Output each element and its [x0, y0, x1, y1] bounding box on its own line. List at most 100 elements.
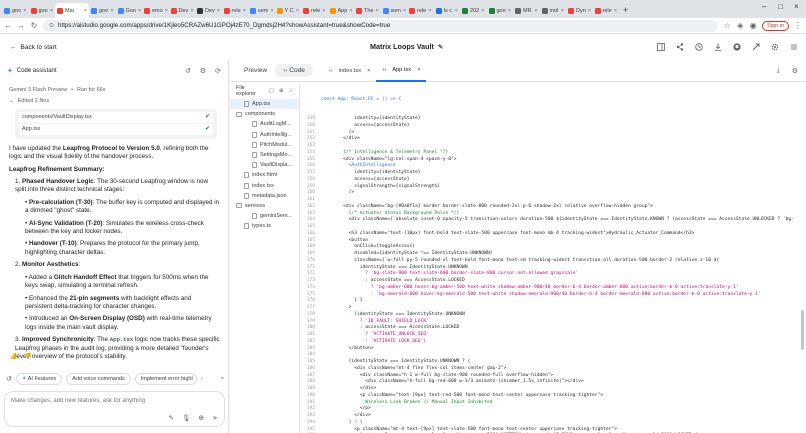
minimize-icon[interactable]: –	[762, 2, 766, 11]
tab-close-icon[interactable]: ×	[481, 8, 484, 14]
settings-gear-icon[interactable]	[771, 43, 779, 51]
browser-tab[interactable]: App ×	[328, 3, 355, 18]
edit-draw-icon[interactable]: ✎	[169, 414, 174, 422]
browser-tab[interactable]: Dev ×	[169, 3, 196, 18]
browser-tab[interactable]: Dev ×	[195, 3, 222, 18]
tab-close-icon[interactable]: ×	[217, 8, 220, 14]
code-editor[interactable]: const App: React.FC = () => { 149 identi…	[301, 83, 806, 433]
profile-icon[interactable]: ◉	[749, 21, 757, 30]
chip-implement-error-highlighting[interactable]: Implement error highl	[134, 373, 197, 385]
tree-folder[interactable]: components	[230, 109, 299, 119]
collapse-explorer-icon[interactable]: ⤫	[289, 88, 293, 95]
forward-nav-icon[interactable]: →	[17, 21, 25, 30]
download-icon[interactable]	[714, 43, 722, 51]
browser-tab[interactable]: Y C ×	[275, 3, 302, 18]
close-chips-icon[interactable]: ×	[221, 376, 224, 382]
back-nav-icon[interactable]: ←	[4, 21, 12, 30]
extension-icon[interactable]: ◈	[736, 21, 744, 30]
browser-tab[interactable]: mol ×	[540, 3, 567, 18]
window-layout-icon[interactable]	[657, 43, 665, 51]
edit-pencil-icon[interactable]: ✎	[438, 43, 443, 51]
refresh-icon[interactable]: ⟳	[215, 67, 221, 75]
bookmark-star-icon[interactable]: ☆	[723, 21, 731, 30]
new-tab-icon[interactable]: +	[619, 3, 632, 18]
browser-tab[interactable]: goo ×	[487, 3, 514, 18]
tree-file[interactable]: geminiServ...	[230, 211, 299, 221]
file-tab-app[interactable]: ‹› App.tsx ×	[376, 60, 427, 82]
close-window-icon[interactable]: ×	[794, 2, 799, 11]
new-folder-icon[interactable]: ⊕	[279, 88, 284, 94]
tab-close-icon[interactable]: ×	[296, 8, 299, 14]
edited-file-item[interactable]: App.tsx ✔	[19, 123, 213, 135]
add-attachment-icon[interactable]: ⊕	[198, 414, 204, 422]
microphone-icon[interactable]: 🎙	[182, 414, 190, 422]
tree-file[interactable]: index.tsx	[230, 181, 299, 191]
chip-add-voice-commands[interactable]: Add voice commands	[66, 373, 131, 385]
browser-tab[interactable]: sem ×	[248, 3, 275, 18]
file-tab-index[interactable]: ‹› index.tsx ×	[323, 60, 377, 82]
tab-close-icon[interactable]: ×	[50, 8, 53, 14]
sign-in-button[interactable]: Sign in	[762, 20, 789, 31]
github-icon[interactable]	[733, 43, 741, 51]
assistant-settings-icon[interactable]: ⚙	[200, 67, 206, 75]
reset-icon[interactable]: ↺	[6, 375, 12, 383]
thumbs-down-icon[interactable]: 👎	[24, 353, 31, 360]
tab-close-icon[interactable]: ×	[455, 8, 458, 14]
site-info-icon[interactable]: ⊙	[49, 22, 54, 29]
tab-close-icon[interactable]: ×	[614, 8, 617, 14]
close-tab-icon[interactable]: ×	[367, 68, 370, 74]
tab-code[interactable]: ‹› Code	[275, 64, 313, 77]
tab-close-icon[interactable]: ×	[270, 8, 273, 14]
browser-tab[interactable]: goo ×	[2, 3, 29, 18]
tab-close-icon[interactable]: ×	[403, 8, 406, 14]
browser-tab[interactable]: The ×	[354, 3, 381, 18]
tree-folder[interactable]: services	[230, 201, 299, 211]
tab-close-icon[interactable]: ×	[322, 8, 325, 14]
tab-close-icon[interactable]: ×	[165, 8, 168, 14]
edited-file-item[interactable]: components/VaultDisplay.tsx ✔	[19, 111, 213, 123]
browser-tab[interactable]: MR ×	[513, 3, 540, 18]
download-code-icon[interactable]: ⤓	[777, 67, 780, 75]
maximize-icon[interactable]: □	[778, 2, 783, 11]
browser-tab[interactable]: Is c ×	[434, 3, 461, 18]
tab-close-icon[interactable]: ×	[428, 8, 431, 14]
tab-close-icon[interactable]: ×	[561, 8, 564, 14]
browser-tab[interactable]: rele ×	[407, 3, 434, 18]
browser-tab[interactable]: emo ×	[142, 3, 169, 18]
tab-close-icon[interactable]: ×	[508, 8, 511, 14]
tab-close-icon[interactable]: ×	[23, 8, 26, 14]
tree-file[interactable]: index.html	[230, 170, 299, 180]
chip-ai-features[interactable]: ✦ AI Features	[15, 373, 63, 385]
tab-close-icon[interactable]: ×	[375, 8, 378, 14]
edited-files-toggle[interactable]: ⌄ Edited 2 files	[9, 97, 220, 105]
share-icon[interactable]	[676, 43, 684, 51]
tab-close-icon[interactable]: ×	[110, 8, 113, 14]
chevron-right-icon[interactable]: ›	[201, 376, 203, 382]
tree-file[interactable]: metadata.json	[230, 191, 299, 201]
tab-close-icon[interactable]: ×	[138, 8, 141, 14]
tree-file[interactable]: PitchModul...	[230, 140, 299, 150]
browser-tab[interactable]: goo ×	[89, 3, 116, 18]
close-tab-icon[interactable]: ×	[417, 67, 420, 73]
toggle-panel-icon[interactable]	[790, 43, 798, 51]
browser-tab[interactable]: goo ×	[29, 3, 56, 18]
browser-tab[interactable]: rele ×	[222, 3, 249, 18]
browser-tab[interactable]: Dyn ×	[566, 3, 593, 18]
deploy-rocket-icon[interactable]	[752, 43, 760, 51]
browser-tab[interactable]: Mai ×	[55, 3, 89, 18]
tab-close-icon[interactable]: ×	[190, 8, 193, 14]
tree-file[interactable]: VaultDispla...	[230, 160, 299, 170]
history-icon[interactable]	[695, 43, 703, 51]
thumbs-up-icon[interactable]: 👍	[10, 353, 17, 360]
tree-file[interactable]: AuthIntellig...	[230, 130, 299, 140]
tab-close-icon[interactable]: ×	[84, 8, 87, 14]
tab-close-icon[interactable]: ×	[534, 8, 537, 14]
send-icon[interactable]: ➤	[212, 414, 218, 422]
tab-preview[interactable]: Preview	[236, 64, 275, 77]
chrome-menu-icon[interactable]: ⋮	[794, 21, 802, 30]
browser-tab[interactable]: rele ×	[301, 3, 328, 18]
tree-file[interactable]: App.tsx	[230, 99, 299, 110]
history-restore-icon[interactable]: ↺	[185, 67, 191, 75]
browser-tab[interactable]: Goo ×	[116, 3, 143, 18]
editor-settings-icon[interactable]: ⚙	[792, 67, 798, 75]
